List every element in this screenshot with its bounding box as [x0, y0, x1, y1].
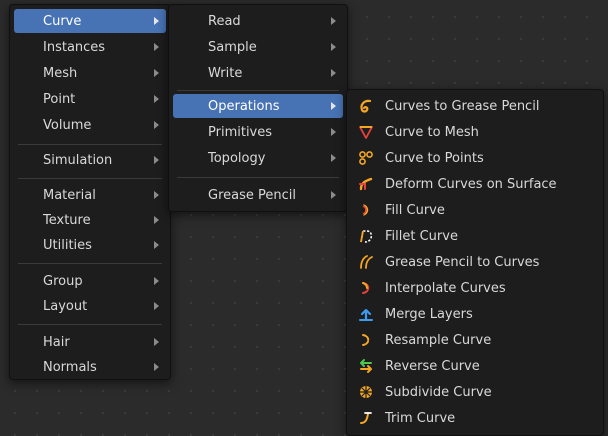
- menu-item-label: Mesh: [43, 65, 78, 81]
- subdivide-curve-icon: [358, 384, 374, 400]
- menu-item-label: Grease Pencil: [208, 187, 296, 203]
- menu-item-texture[interactable]: Texture: [14, 208, 166, 232]
- menu-item-curve-to-points[interactable]: Curve to Points: [351, 146, 599, 170]
- menu-item-read[interactable]: Read: [173, 9, 343, 33]
- menu-item-topology[interactable]: Topology: [173, 146, 343, 170]
- chevron-right-icon: [331, 69, 336, 77]
- interpolate-curves-icon: [358, 280, 374, 296]
- menu-item-volume[interactable]: Volume: [14, 113, 166, 137]
- menu-item-simulation[interactable]: Simulation: [14, 148, 166, 172]
- menu-item-label: Point: [43, 91, 76, 107]
- merge-layers-icon: [358, 306, 374, 322]
- chevron-right-icon: [331, 128, 336, 136]
- menu-item-grease-pencil-to-curves[interactable]: Grease Pencil to Curves: [351, 250, 599, 274]
- menu-item-fillet-curve[interactable]: Fillet Curve: [351, 224, 599, 248]
- chevron-right-icon: [154, 241, 159, 249]
- chevron-right-icon: [154, 302, 159, 310]
- add-menu: Curve Instances Mesh Point Volume Simula…: [9, 4, 171, 380]
- menu-item-layout[interactable]: Layout: [14, 294, 166, 318]
- menu-item-merge-layers[interactable]: Merge Layers: [351, 302, 599, 326]
- menu-item-operations[interactable]: Operations: [173, 94, 343, 118]
- chevron-right-icon: [331, 154, 336, 162]
- menu-item-label: Normals: [43, 359, 97, 375]
- menu-item-label: Topology: [208, 150, 266, 166]
- chevron-right-icon: [154, 95, 159, 103]
- menu-item-reverse-curve[interactable]: Reverse Curve: [351, 354, 599, 378]
- menu-item-label: Layout: [43, 298, 88, 314]
- menu-item-grease-pencil[interactable]: Grease Pencil: [173, 183, 343, 207]
- menu-item-interpolate-curves[interactable]: Interpolate Curves: [351, 276, 599, 300]
- menu-item-label: Deform Curves on Surface: [385, 176, 557, 192]
- menu-item-label: Material: [43, 187, 96, 203]
- chevron-right-icon: [154, 43, 159, 51]
- curve-to-points-icon: [358, 150, 374, 166]
- menu-item-normals[interactable]: Normals: [14, 355, 166, 379]
- curve-to-mesh-icon: [358, 124, 374, 140]
- chevron-right-icon: [154, 191, 159, 199]
- curve-submenu: Read Sample Write Operations Primitives …: [168, 4, 348, 212]
- menu-separator: [177, 90, 339, 91]
- chevron-right-icon: [154, 17, 159, 25]
- menu-item-curve-to-mesh[interactable]: Curve to Mesh: [351, 120, 599, 144]
- menu-item-label: Instances: [43, 39, 106, 55]
- menu-item-sample[interactable]: Sample: [173, 35, 343, 59]
- menu-item-label: Simulation: [43, 152, 113, 168]
- trim-curve-icon: [358, 410, 374, 426]
- menu-item-trim-curve[interactable]: Trim Curve: [351, 406, 599, 430]
- menu-item-label: Write: [208, 65, 243, 81]
- menu-item-point[interactable]: Point: [14, 87, 166, 111]
- menu-item-subdivide-curve[interactable]: Subdivide Curve: [351, 380, 599, 404]
- reverse-curve-icon: [358, 358, 374, 374]
- menu-item-label: Read: [208, 13, 241, 29]
- menu-item-write[interactable]: Write: [173, 61, 343, 85]
- deform-curves-on-surface-icon: [358, 176, 374, 192]
- chevron-right-icon: [154, 277, 159, 285]
- menu-separator: [18, 178, 162, 179]
- menu-item-utilities[interactable]: Utilities: [14, 233, 166, 257]
- menu-item-label: Grease Pencil to Curves: [385, 254, 540, 270]
- menu-item-curve[interactable]: Curve: [14, 9, 166, 33]
- fillet-curve-icon: [358, 228, 374, 244]
- chevron-right-icon: [331, 191, 336, 199]
- menu-item-hair[interactable]: Hair: [14, 330, 166, 354]
- menu-item-label: Operations: [208, 98, 280, 114]
- menu-item-label: Hair: [43, 334, 70, 350]
- menu-item-label: Primitives: [208, 124, 273, 140]
- chevron-right-icon: [331, 102, 336, 110]
- menu-item-curves-to-grease-pencil[interactable]: Curves to Grease Pencil: [351, 94, 599, 118]
- menu-item-label: Sample: [208, 39, 257, 55]
- menu-item-group[interactable]: Group: [14, 269, 166, 293]
- chevron-right-icon: [154, 216, 159, 224]
- menu-separator: [18, 324, 162, 325]
- menu-item-mesh[interactable]: Mesh: [14, 61, 166, 85]
- menu-item-label: Volume: [43, 117, 92, 133]
- menu-item-resample-curve[interactable]: Resample Curve: [351, 328, 599, 352]
- chevron-right-icon: [154, 121, 159, 129]
- chevron-right-icon: [154, 69, 159, 77]
- resample-curve-icon: [358, 332, 374, 348]
- menu-separator: [18, 263, 162, 264]
- menu-item-label: Group: [43, 273, 83, 289]
- operations-submenu: Curves to Grease Pencil Curve to Mesh Cu…: [346, 89, 604, 436]
- menu-item-deform-curves-on-surface[interactable]: Deform Curves on Surface: [351, 172, 599, 196]
- curves-to-grease-pencil-icon: [358, 98, 374, 114]
- chevron-right-icon: [154, 363, 159, 371]
- chevron-right-icon: [331, 17, 336, 25]
- menu-item-label: Texture: [43, 212, 91, 228]
- chevron-right-icon: [154, 156, 159, 164]
- menu-item-label: Curve: [43, 13, 82, 29]
- menu-item-material[interactable]: Material: [14, 183, 166, 207]
- menu-separator: [177, 177, 339, 178]
- menu-item-label: Interpolate Curves: [385, 280, 506, 296]
- chevron-right-icon: [331, 43, 336, 51]
- chevron-right-icon: [154, 338, 159, 346]
- menu-item-primitives[interactable]: Primitives: [173, 120, 343, 144]
- menu-item-instances[interactable]: Instances: [14, 35, 166, 59]
- fill-curve-icon: [358, 202, 374, 218]
- grease-pencil-to-curves-icon: [358, 254, 374, 270]
- menu-item-label: Curves to Grease Pencil: [385, 98, 540, 114]
- menu-item-label: Utilities: [43, 237, 92, 253]
- menu-separator: [18, 144, 162, 145]
- menu-item-fill-curve[interactable]: Fill Curve: [351, 198, 599, 222]
